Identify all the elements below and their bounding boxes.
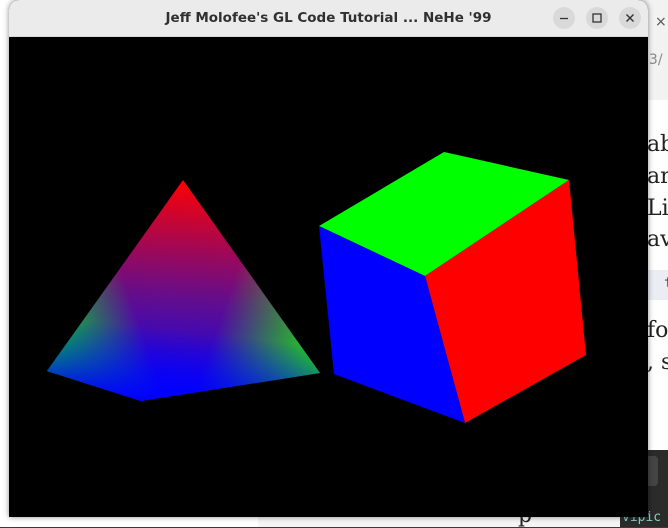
background-code-text: t xyxy=(664,274,668,292)
background-text-line: Li xyxy=(647,196,668,221)
minimize-icon xyxy=(560,17,568,20)
pyramid xyxy=(47,180,320,401)
cube xyxy=(319,152,586,423)
pyramid-face-bottom-shade xyxy=(47,180,320,401)
background-text-line: av xyxy=(647,227,668,252)
gl-window: Jeff Molofee's GL Code Tutorial ... NeHe… xyxy=(9,0,648,517)
maximize-button[interactable] xyxy=(586,7,608,29)
background-text-line: ab xyxy=(647,132,668,157)
minimize-button[interactable] xyxy=(553,7,575,29)
background-close-icon[interactable]: × xyxy=(655,14,667,30)
background-text-line: ar xyxy=(647,164,668,189)
background-text-line: fo xyxy=(647,318,668,343)
close-icon xyxy=(626,14,634,22)
window-titlebar[interactable]: Jeff Molofee's GL Code Tutorial ... NeHe… xyxy=(9,0,648,37)
background-text-line: , s xyxy=(647,350,668,375)
gl-scene xyxy=(47,152,586,423)
close-button[interactable] xyxy=(619,7,641,29)
gl-canvas[interactable] xyxy=(9,37,648,517)
maximize-icon xyxy=(592,13,602,23)
